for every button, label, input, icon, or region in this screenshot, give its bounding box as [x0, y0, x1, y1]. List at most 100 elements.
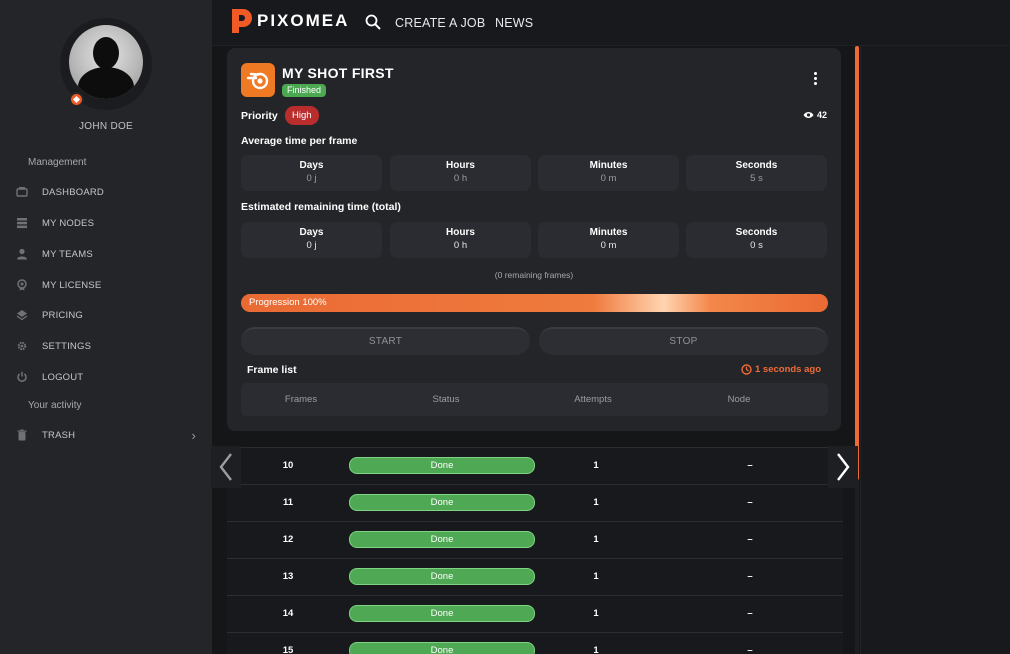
node-value: – — [747, 608, 753, 619]
avg-time-title: Average time per frame — [241, 135, 358, 147]
est-days-value: 0 j — [306, 240, 317, 251]
status-done-pill: Done — [349, 531, 535, 548]
sidebar-item-label: DASHBOARD — [42, 186, 104, 198]
frame-number: 12 — [282, 534, 294, 545]
avg-seconds-box: Seconds 5 s — [686, 155, 827, 191]
est-minutes-label: Minutes — [589, 227, 628, 238]
avg-days-box: Days 0 j — [241, 155, 382, 191]
avg-minutes-box: Minutes 0 m — [538, 155, 679, 191]
more-options-icon[interactable] — [809, 70, 823, 88]
node-value: – — [747, 571, 753, 582]
col-node[interactable]: Node — [679, 394, 799, 405]
gear-icon — [16, 340, 28, 352]
job-card: MY SHOT FIRST Finished Priority High 42 … — [227, 48, 841, 431]
attempts-count: 1 — [593, 608, 599, 619]
topbar: PIXOMEA CREATE A JOB NEWS — [212, 0, 1010, 46]
frame-number: 13 — [282, 571, 294, 582]
views-count: 42 — [817, 110, 828, 120]
status-done-pill: Done — [349, 494, 535, 511]
sidebar-item-trash[interactable]: TRASH › — [16, 425, 206, 445]
status-done-pill: Done — [349, 568, 535, 585]
avg-minutes-value: 0 m — [600, 173, 617, 184]
eye-icon — [803, 112, 814, 118]
attempts-count: 1 — [593, 497, 599, 508]
sidebar-item-label: TRASH — [42, 429, 76, 441]
est-hours-value: 0 h — [453, 240, 468, 251]
pricing-icon — [16, 309, 28, 321]
avg-hours-label: Hours — [446, 160, 475, 171]
est-hours-box: Hours 0 h — [390, 222, 531, 258]
power-icon — [16, 371, 28, 383]
sidebar-item-dashboard[interactable]: DASHBOARD — [16, 182, 206, 202]
chevron-right-icon — [837, 453, 850, 481]
progress-label: Progression 100% — [249, 297, 327, 308]
attempts-count: 1 — [593, 571, 599, 582]
section-management: Management — [28, 157, 87, 168]
est-days-label: Days — [299, 227, 324, 238]
sidebar-item-label: MY NODES — [42, 217, 95, 229]
teams-icon — [16, 248, 28, 260]
sidebar-item-settings[interactable]: SETTINGS — [16, 336, 206, 356]
attempts-count: 1 — [593, 645, 599, 654]
blender-icon — [241, 63, 275, 97]
avg-minutes-label: Minutes — [589, 160, 628, 171]
sidebar-item-my-license[interactable]: MY LICENSE — [16, 275, 206, 295]
start-button[interactable]: START — [241, 327, 530, 355]
license-icon — [16, 279, 28, 291]
priority-label: Priority — [241, 110, 278, 122]
est-time-title: Estimated remaining time (total) — [241, 201, 401, 213]
avg-seconds-label: Seconds — [735, 160, 778, 171]
status-badge: Finished — [282, 84, 327, 97]
table-row[interactable]: 11 Done 1 – — [227, 484, 843, 521]
last-updated-text: 1 seconds ago — [755, 364, 821, 375]
next-arrow-button[interactable] — [828, 446, 858, 488]
sidebar-item-logout[interactable]: LOGOUT — [16, 367, 206, 387]
search-icon[interactable] — [365, 14, 381, 30]
est-hours-label: Hours — [446, 227, 475, 238]
prev-arrow-button[interactable] — [211, 446, 241, 488]
avatar[interactable] — [69, 25, 143, 99]
status-done-pill: Done — [349, 605, 535, 622]
table-row[interactable]: 10 Done 1 – — [227, 447, 843, 484]
frame-number: 11 — [282, 497, 294, 508]
sidebar-item-label: LOGOUT — [42, 371, 84, 383]
frame-number: 10 — [282, 460, 294, 471]
app-root: JOHN DOE Management DASHBOARD MY NODES M… — [0, 0, 1010, 654]
col-status[interactable]: Status — [386, 394, 506, 405]
attempts-count: 1 — [593, 460, 599, 471]
logo[interactable]: PIXOMEA — [230, 7, 349, 35]
news-link[interactable]: NEWS — [495, 16, 533, 30]
create-job-link[interactable]: CREATE A JOB — [395, 16, 485, 30]
attempts-count: 1 — [593, 534, 599, 545]
sidebar-item-my-nodes[interactable]: MY NODES — [16, 213, 206, 233]
sidebar-item-pricing[interactable]: PRICING — [16, 305, 206, 325]
sidebar-item-label: PRICING — [42, 309, 83, 321]
node-value: – — [747, 497, 753, 508]
frame-table-header: Frames Status Attempts Node — [241, 383, 828, 416]
sidebar: JOHN DOE Management DASHBOARD MY NODES M… — [0, 0, 212, 654]
node-value: – — [747, 534, 753, 545]
avatar-badge-icon — [69, 92, 84, 107]
col-attempts[interactable]: Attempts — [533, 394, 653, 405]
scrollbar-thumb[interactable] — [855, 46, 859, 480]
table-row[interactable]: 12 Done 1 – — [227, 521, 843, 558]
right-panel — [860, 46, 1010, 654]
node-value: – — [747, 645, 753, 654]
stop-button[interactable]: STOP — [539, 327, 828, 355]
est-days-box: Days 0 j — [241, 222, 382, 258]
col-frames[interactable]: Frames — [241, 394, 361, 405]
table-row[interactable]: 13 Done 1 – — [227, 558, 843, 595]
sidebar-item-label: MY TEAMS — [42, 248, 93, 260]
table-row[interactable]: 15 Done 1 – — [227, 632, 843, 654]
avg-seconds-value: 5 s — [750, 173, 763, 184]
table-row[interactable]: 14 Done 1 – — [227, 595, 843, 632]
remaining-frames: (0 remaining frames) — [494, 270, 574, 280]
views-counter: 42 — [803, 110, 827, 120]
frame-number: 14 — [282, 608, 294, 619]
nodes-icon — [16, 217, 28, 229]
est-seconds-box: Seconds 0 s — [686, 222, 827, 258]
sidebar-item-my-teams[interactable]: MY TEAMS — [16, 244, 206, 264]
priority-badge: High — [285, 106, 319, 125]
est-minutes-box: Minutes 0 m — [538, 222, 679, 258]
est-seconds-value: 0 s — [750, 240, 763, 251]
